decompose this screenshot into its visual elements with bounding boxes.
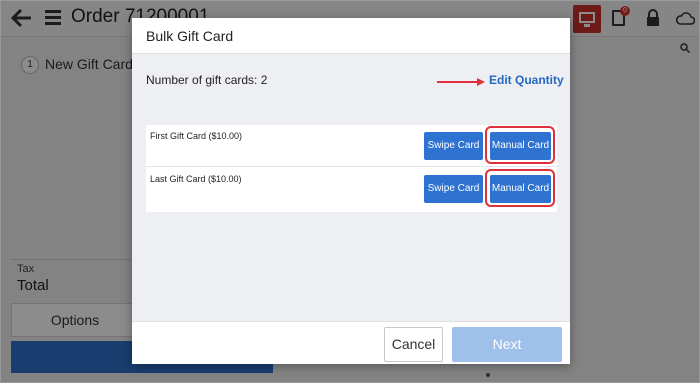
- swipe-card-button[interactable]: Swipe Card: [424, 175, 483, 203]
- manual-card-button[interactable]: Manual Card: [490, 132, 551, 160]
- dialog-header: Bulk Gift Card: [132, 18, 570, 54]
- gift-card-label: First Gift Card ($10.00): [150, 131, 243, 141]
- list-item: First Gift Card ($10.00) Swipe Card Manu…: [146, 125, 557, 167]
- gift-card-label: Last Gift Card ($10.00): [150, 174, 242, 184]
- next-button[interactable]: Next: [452, 327, 562, 362]
- cancel-button[interactable]: Cancel: [384, 327, 443, 362]
- dialog-title: Bulk Gift Card: [146, 28, 234, 44]
- gift-card-count: Number of gift cards: 2: [146, 73, 268, 87]
- list-item: Last Gift Card ($10.00) Swipe Card Manua…: [146, 168, 557, 210]
- swipe-card-button[interactable]: Swipe Card: [424, 132, 483, 160]
- dialog-footer: Cancel Next: [132, 321, 570, 364]
- manual-card-button[interactable]: Manual Card: [490, 175, 551, 203]
- bulk-gift-card-dialog: Bulk Gift Card Number of gift cards: 2 E…: [132, 18, 570, 364]
- arrow-right-icon: [437, 78, 485, 86]
- gift-card-list: First Gift Card ($10.00) Swipe Card Manu…: [146, 125, 557, 212]
- app-window: Order 71200001 0 1 New Gift Card Tax Tota…: [0, 0, 700, 383]
- edit-quantity-link[interactable]: Edit Quantity: [489, 73, 564, 87]
